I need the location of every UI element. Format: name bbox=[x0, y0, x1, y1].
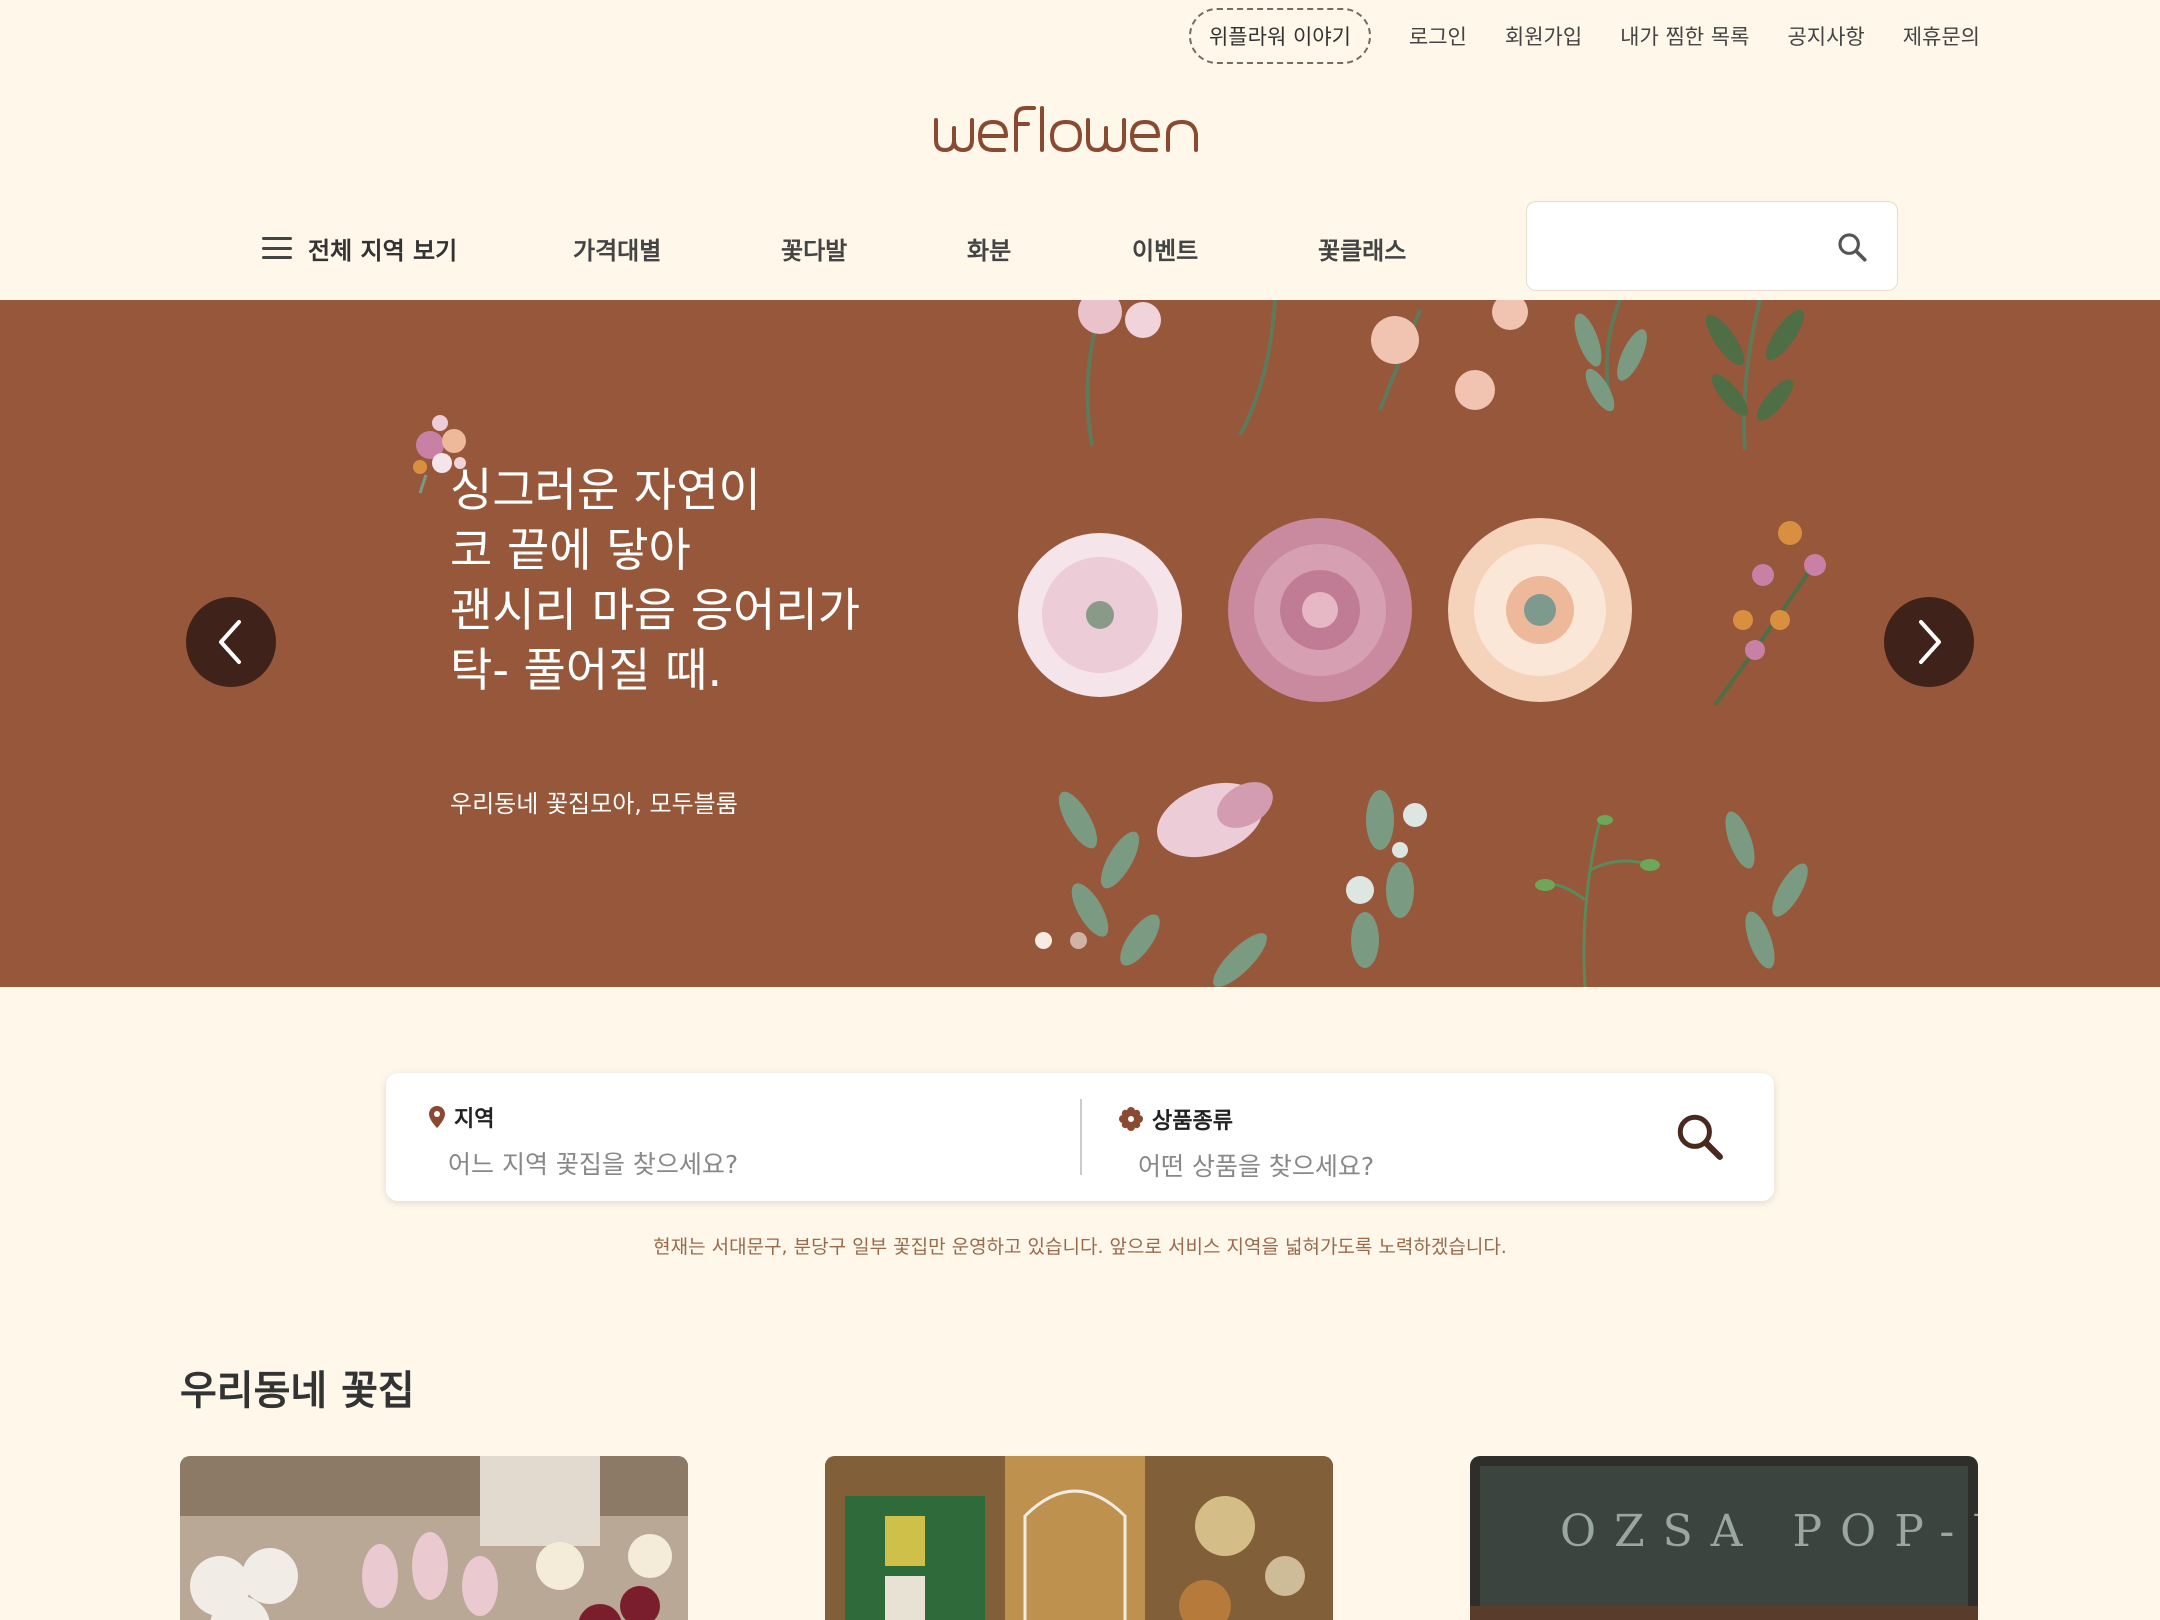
nav-item-flower-class[interactable]: 꽃클래스 bbox=[1318, 231, 1406, 266]
hero-subtitle: 우리동네 꽃집모아, 모두블룸 bbox=[450, 790, 738, 818]
wishlist-link[interactable]: 내가 찜한 목록 bbox=[1620, 21, 1749, 51]
store-finder: 지역 어느 지역 꽃집을 찾으세요? 상품종류 어떤 상품을 찾으세요? bbox=[386, 1073, 1774, 1201]
product-type-label: 상품종류 bbox=[1152, 1109, 1233, 1134]
region-label: 지역 bbox=[454, 1107, 495, 1132]
shop-cards: OZSA POP-UP bbox=[180, 1456, 1978, 1620]
section-title: 우리동네 꽃집 bbox=[180, 1368, 415, 1414]
signup-link[interactable]: 회원가입 bbox=[1505, 21, 1582, 51]
main-nav: 전체 지역 보기 가격대별 꽃다발 화분 이벤트 꽃클래스 bbox=[262, 218, 1406, 278]
flower-illustration bbox=[1018, 300, 1826, 987]
header-search-input[interactable] bbox=[1547, 224, 1807, 268]
all-region-menu[interactable]: 전체 지역 보기 bbox=[262, 231, 457, 266]
region-placeholder: 어느 지역 꽃집을 찾으세요? bbox=[448, 1150, 739, 1179]
service-area-notice: 현재는 서대문구, 분당구 일부 꽃집만 운영하고 있습니다. 앞으로 서비스 … bbox=[653, 1236, 1507, 1258]
partnership-link[interactable]: 제휴문의 bbox=[1903, 21, 1980, 51]
hero-dot-1[interactable] bbox=[1035, 932, 1052, 949]
shop-card-3[interactable]: OZSA POP-UP bbox=[1470, 1456, 1978, 1620]
product-type-selector[interactable]: 상품종류 어떤 상품을 찾으세요? bbox=[1118, 1103, 1374, 1183]
chevron-left-icon bbox=[219, 620, 241, 664]
header-search-box bbox=[1526, 201, 1898, 291]
shop-photo-1 bbox=[180, 1456, 688, 1620]
hero-pagination bbox=[1035, 932, 1087, 949]
notice-link[interactable]: 공지사항 bbox=[1787, 21, 1864, 51]
product-type-placeholder: 어떤 상품을 찾으세요? bbox=[1138, 1152, 1375, 1181]
top-utility-nav: 위플라워 이야기 로그인 회원가입 내가 찜한 목록 공지사항 제휴문의 bbox=[1188, 8, 1980, 64]
shop-card-2[interactable] bbox=[825, 1456, 1333, 1620]
hero-prev-button[interactable] bbox=[186, 597, 276, 687]
shop-photo-2 bbox=[825, 1456, 1333, 1620]
login-link[interactable]: 로그인 bbox=[1409, 21, 1467, 51]
finder-divider bbox=[1080, 1099, 1082, 1175]
location-pin-icon bbox=[429, 1106, 445, 1128]
shop-card-1[interactable] bbox=[180, 1456, 688, 1620]
hero-next-button[interactable] bbox=[1884, 597, 1974, 687]
weflower-logo bbox=[934, 106, 1198, 152]
all-region-label: 전체 지역 보기 bbox=[308, 236, 458, 265]
finder-search-icon[interactable] bbox=[1674, 1111, 1724, 1161]
brand-story-link[interactable]: 위플라워 이야기 bbox=[1188, 8, 1371, 64]
nav-item-price-range[interactable]: 가격대별 bbox=[573, 231, 661, 266]
chevron-right-icon bbox=[1919, 620, 1941, 664]
svg-text:OZSA POP-UP: OZSA POP-UP bbox=[1560, 1506, 1978, 1557]
flower-gear-icon bbox=[1119, 1107, 1143, 1131]
logo[interactable] bbox=[0, 100, 2160, 160]
hero-banner: 싱그러운 자연이 코 끝에 닿아 괜시리 마음 응어리가 탁- 풀어질 때. 우… bbox=[0, 300, 2160, 987]
hamburger-menu-icon bbox=[262, 237, 292, 259]
nav-item-potted-plant[interactable]: 화분 bbox=[967, 231, 1011, 266]
search-icon[interactable] bbox=[1835, 230, 1869, 264]
hero-dot-2[interactable] bbox=[1070, 932, 1087, 949]
nav-item-event[interactable]: 이벤트 bbox=[1132, 231, 1198, 266]
nav-item-bouquet[interactable]: 꽃다발 bbox=[781, 231, 847, 266]
hero-headline: 싱그러운 자연이 코 끝에 닿아 괜시리 마음 응어리가 탁- 풀어질 때. bbox=[450, 463, 861, 697]
shop-photo-3: OZSA POP-UP bbox=[1470, 1456, 1978, 1620]
region-selector[interactable]: 지역 어느 지역 꽃집을 찾으세요? bbox=[428, 1101, 738, 1181]
